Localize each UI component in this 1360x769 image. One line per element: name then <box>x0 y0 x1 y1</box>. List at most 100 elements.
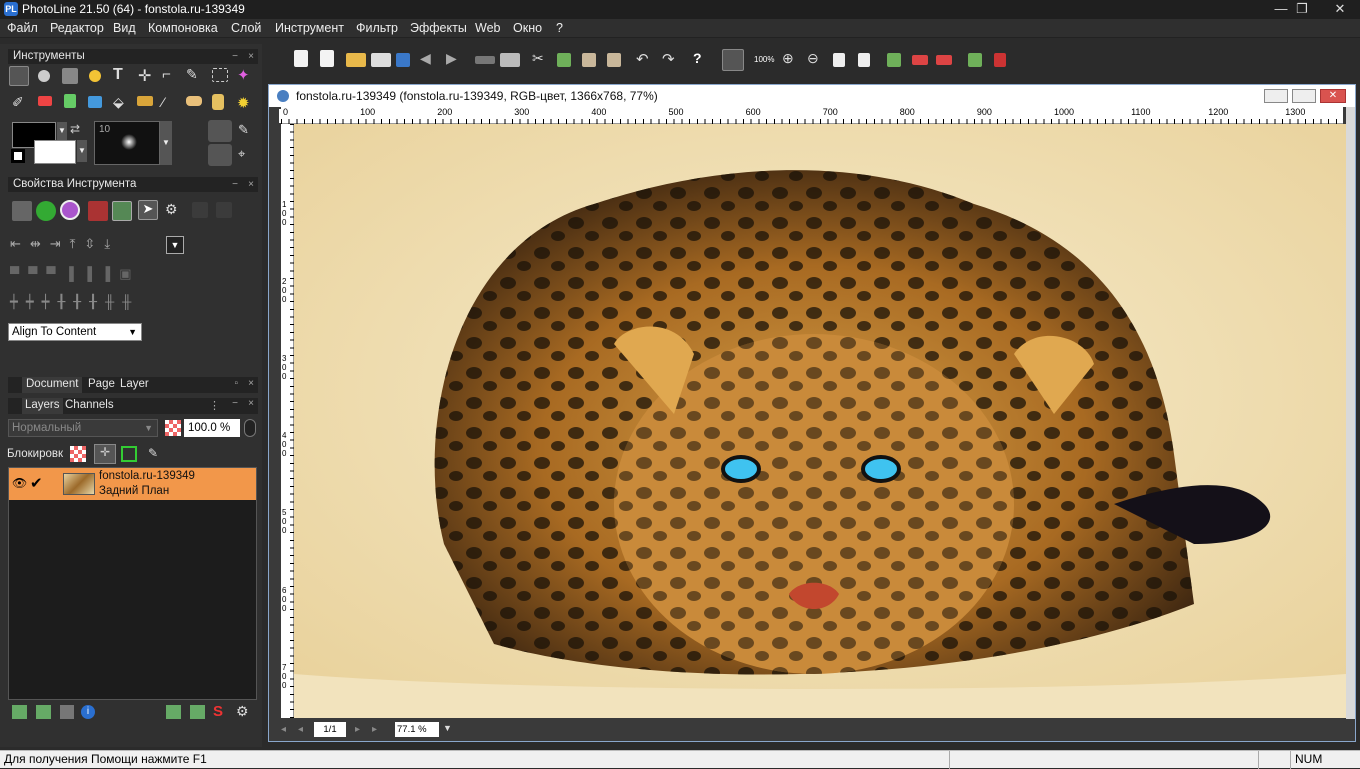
save-icon[interactable] <box>396 53 410 67</box>
mask-mode-icon[interactable] <box>208 120 232 142</box>
panel-float-button[interactable]: ▫ <box>234 378 238 389</box>
menu-window[interactable]: Окно <box>513 21 542 35</box>
panel-minimize-button[interactable]: − <box>232 49 238 64</box>
background-color-swatch[interactable] <box>34 140 76 164</box>
image-size-icon[interactable] <box>887 53 901 67</box>
hand-tool-icon[interactable] <box>212 94 224 110</box>
tab-layer[interactable]: Layer <box>118 377 151 393</box>
menu-tool[interactable]: Инструмент <box>275 21 344 35</box>
stamp-tool-icon[interactable] <box>137 96 153 106</box>
menu-filter[interactable]: Фильтр <box>356 21 398 35</box>
bg-color-dropdown-icon[interactable]: ▼ <box>77 140 87 162</box>
align-row-1[interactable]: ⇤⇹⇥⤒⇳⤓ <box>10 236 119 252</box>
lock-position-icon[interactable]: ✛ <box>94 444 116 464</box>
page-nav-next-last[interactable]: ▸▸ <box>355 724 389 735</box>
light-tool-icon[interactable]: ✹ <box>237 94 257 114</box>
levels-icon[interactable] <box>912 55 928 65</box>
default-colors-icon[interactable] <box>11 149 25 163</box>
lock-size-icon[interactable] <box>121 446 137 462</box>
new-text-icon[interactable] <box>320 50 334 67</box>
open-folder-icon[interactable] <box>346 53 366 67</box>
tab-channels[interactable]: Channels <box>62 398 117 414</box>
crop-icon[interactable] <box>968 53 982 67</box>
undo-icon[interactable]: ↶ <box>636 50 656 70</box>
panel-minimize-button[interactable]: − <box>232 398 238 409</box>
fill-tool-icon[interactable]: ⬙ <box>113 94 133 114</box>
zoom-dropdown-icon[interactable]: ▼ <box>443 723 452 733</box>
image-canvas[interactable] <box>294 124 1346 718</box>
gradient-tool-icon[interactable] <box>88 96 102 108</box>
text-tool-icon[interactable]: T <box>113 66 133 86</box>
calendar-icon[interactable] <box>371 53 391 67</box>
layer-row[interactable]: 👁 ✔ fonstola.ru-139349 Задний План <box>9 468 256 500</box>
point-tool-icon[interactable]: ✛ <box>138 66 158 86</box>
panel-close-button[interactable]: × <box>248 177 254 192</box>
shape-tool-icon[interactable] <box>89 70 101 82</box>
lock-edit-icon[interactable]: ✎ <box>148 446 158 460</box>
opacity-spinner[interactable] <box>244 419 256 437</box>
duplicate-layer-icon[interactable] <box>36 705 51 719</box>
new-document-icon[interactable] <box>294 50 308 67</box>
panel-menu-icon[interactable]: ⋮ <box>209 399 220 412</box>
eraser-tool-icon[interactable] <box>38 96 52 106</box>
panel-close-button[interactable]: × <box>248 398 254 409</box>
select-arrow-icon[interactable]: ➤ <box>138 200 158 220</box>
menu-edit[interactable]: Редактор <box>50 21 104 35</box>
layer-mask-icon[interactable] <box>166 705 181 719</box>
selection-mode-icon[interactable] <box>208 144 232 166</box>
paste-special-icon[interactable] <box>607 53 621 67</box>
cut-icon[interactable]: ✂ <box>532 50 552 70</box>
panel-close-button[interactable]: × <box>248 378 254 389</box>
redo-icon[interactable]: ↷ <box>662 50 682 70</box>
panel-close-button[interactable]: × <box>248 49 254 64</box>
doc-minimize-button[interactable] <box>1264 89 1288 103</box>
tab-layers[interactable]: Layers <box>22 398 63 414</box>
menu-help[interactable]: ? <box>556 21 563 35</box>
close-button[interactable]: ✕ <box>1320 0 1360 19</box>
menu-effects[interactable]: Эффекты <box>410 21 467 35</box>
pointer-tool-icon[interactable] <box>9 66 29 86</box>
blend-mode-select[interactable]: Нормальный ▼ <box>8 419 158 437</box>
bucket-tool-icon[interactable] <box>64 94 76 108</box>
zoom-100-button[interactable]: 100% <box>754 50 776 70</box>
pick-tool-icon[interactable]: ✎ <box>238 122 249 138</box>
layer-effects-icon[interactable] <box>190 705 205 719</box>
new-layer-icon[interactable] <box>12 705 27 719</box>
doc-close-button[interactable]: ✕ <box>1320 89 1346 103</box>
paste-icon[interactable] <box>582 53 596 67</box>
forward-icon[interactable]: ▶ <box>446 50 466 70</box>
grid-tool-icon[interactable] <box>62 68 78 84</box>
zoom-in-icon[interactable]: ⊕ <box>782 50 802 70</box>
print-icon[interactable] <box>500 53 520 67</box>
add-point-icon[interactable] <box>60 200 80 220</box>
tab-page[interactable]: Page <box>86 377 117 393</box>
pen-tool-icon[interactable]: ✎ <box>186 66 206 86</box>
brush-preview[interactable]: 10 <box>94 121 160 165</box>
fg-color-dropdown-icon[interactable]: ▼ <box>57 122 67 140</box>
back-icon[interactable]: ◀ <box>420 50 440 70</box>
visibility-eye-icon[interactable]: 👁 <box>12 476 27 490</box>
rotate-icon[interactable] <box>36 201 56 221</box>
delete-layer-icon[interactable] <box>60 705 74 719</box>
blob-tool-icon[interactable] <box>38 70 50 82</box>
layer-settings-gear-icon[interactable]: ⚙ <box>236 703 249 720</box>
distort-icon[interactable] <box>88 201 108 221</box>
measure-icon[interactable] <box>722 49 744 71</box>
magic-wand-icon[interactable]: ✦ <box>237 66 257 86</box>
whats-this-icon[interactable]: ? <box>693 50 713 70</box>
opacity-input[interactable]: 100.0 % <box>184 419 240 437</box>
transparency-icon[interactable] <box>165 420 181 436</box>
curves-icon[interactable] <box>936 55 952 65</box>
info-icon[interactable]: i <box>81 705 95 719</box>
anchor-tool-icon[interactable]: ⌖ <box>238 146 245 162</box>
menu-web[interactable]: Web <box>475 21 500 35</box>
rect-select-icon[interactable] <box>212 68 228 82</box>
ruler-horizontal[interactable]: 0 100 200 300 400 500 600 700 800 900 1000 1100 1200… <box>281 107 1343 124</box>
crop-tool-icon[interactable]: ⌐ <box>162 66 182 86</box>
scanner-icon[interactable] <box>475 56 495 64</box>
perspective-icon[interactable] <box>112 201 132 221</box>
lock-transparency-icon[interactable] <box>70 446 86 462</box>
smudge-tool-icon[interactable]: ⁄ <box>162 94 182 114</box>
settings-gear-icon[interactable]: ⚙ <box>165 201 185 221</box>
page-nav-first-prev[interactable]: ◂◂ <box>281 724 315 735</box>
